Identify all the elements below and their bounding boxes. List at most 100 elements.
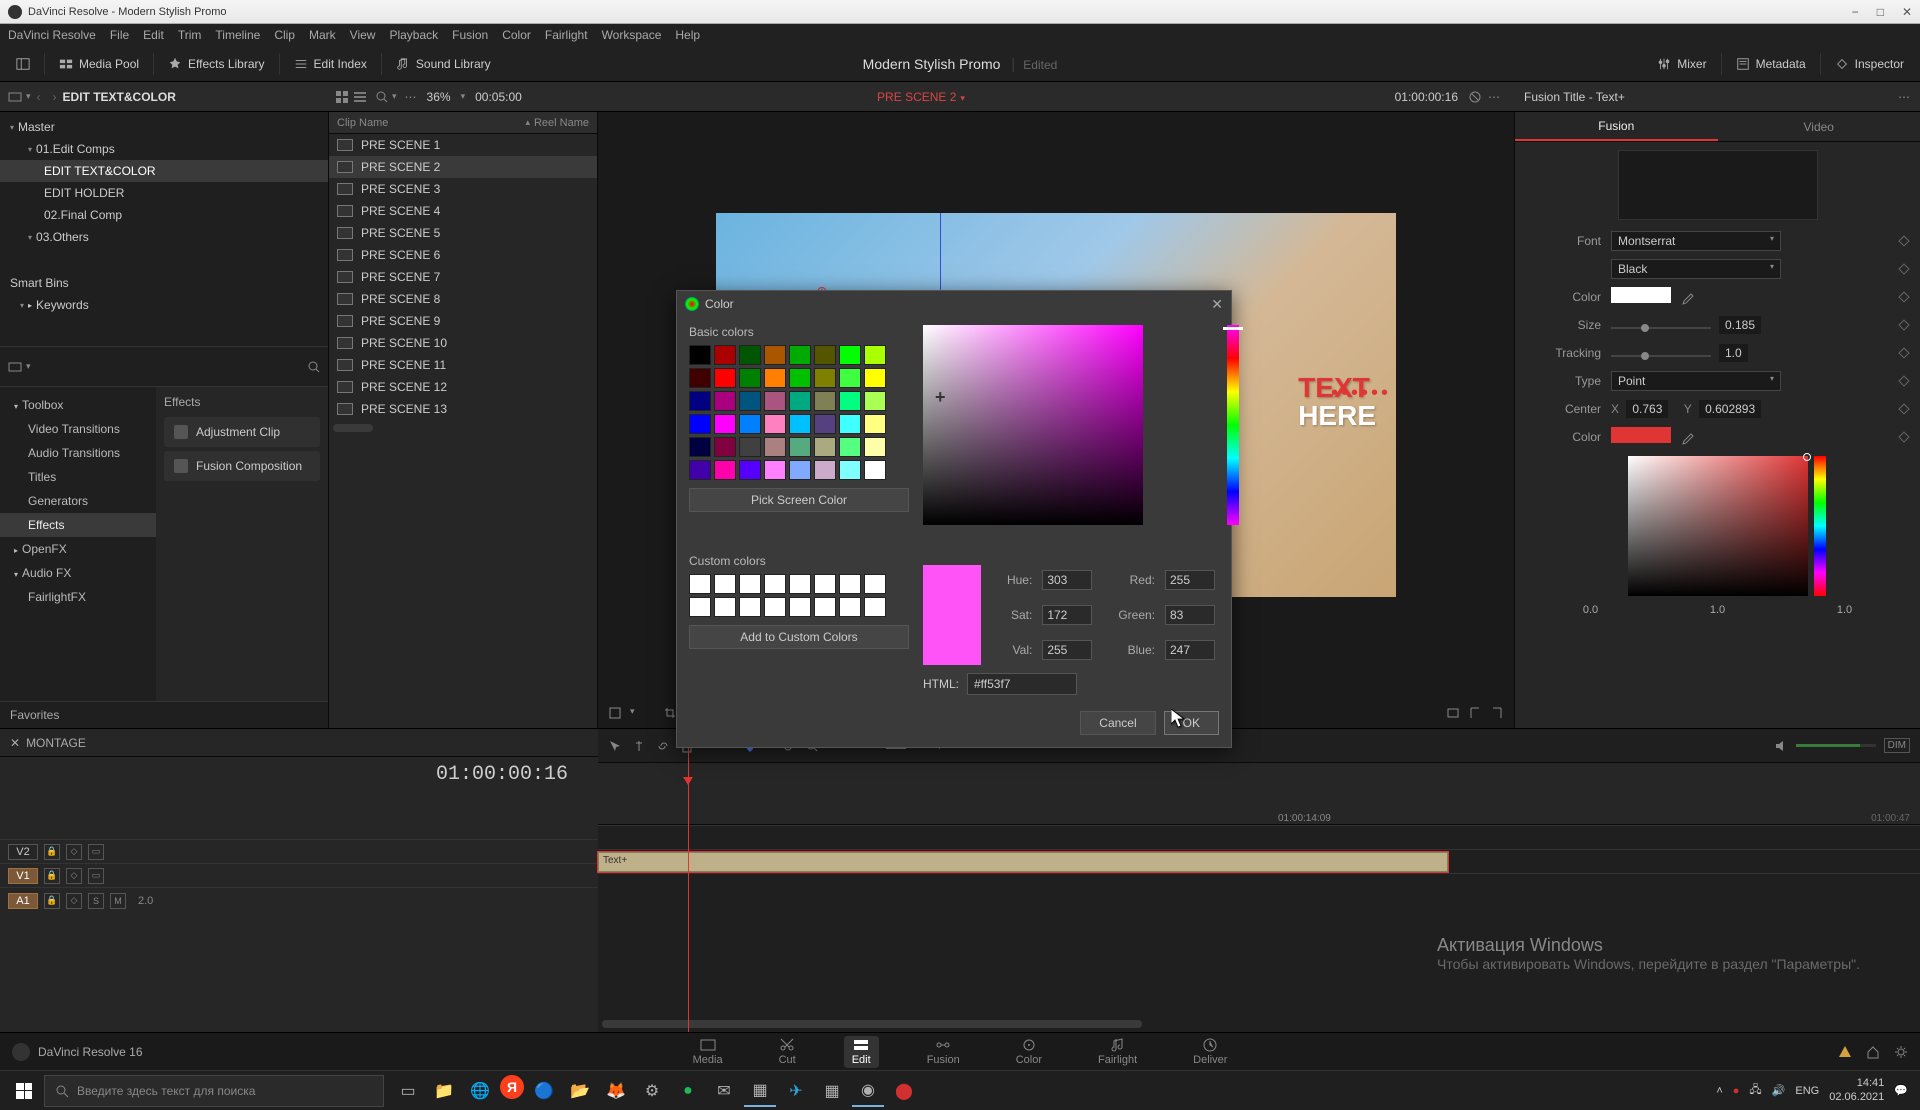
- nav-back[interactable]: ‹: [37, 90, 41, 104]
- eff-toolbox[interactable]: Toolbox: [0, 393, 156, 417]
- eff-generators[interactable]: Generators: [0, 489, 156, 513]
- bin-edit-holder[interactable]: EDIT HOLDER: [0, 182, 328, 204]
- clip-row[interactable]: PRE SCENE 2: [329, 156, 597, 178]
- center-x[interactable]: 0.763: [1626, 400, 1668, 418]
- menu-color[interactable]: Color: [502, 28, 531, 42]
- center-keyframe[interactable]: [1898, 403, 1909, 414]
- inspector-options-icon[interactable]: ⋯: [1898, 90, 1910, 104]
- basic-color-swatch[interactable]: [814, 460, 836, 480]
- menu-fairlight[interactable]: Fairlight: [545, 28, 588, 42]
- tl-selection-icon[interactable]: [608, 739, 622, 753]
- basic-color-swatch[interactable]: [814, 368, 836, 388]
- menu-file[interactable]: File: [110, 28, 129, 42]
- crop-icon[interactable]: [663, 706, 677, 720]
- transform-icon[interactable]: [608, 706, 622, 720]
- task-record[interactable]: ⬤: [888, 1075, 920, 1107]
- num-g[interactable]: 1.0: [1710, 604, 1725, 616]
- basic-color-swatch[interactable]: [839, 345, 861, 365]
- custom-color-slot[interactable]: [689, 574, 711, 594]
- favorites-label[interactable]: Favorites: [0, 701, 328, 728]
- task-explorer[interactable]: 📁: [428, 1075, 460, 1107]
- basic-color-swatch[interactable]: [764, 368, 786, 388]
- bin-edit-comps[interactable]: 01.Edit Comps: [0, 138, 328, 160]
- tl-link-icon[interactable]: [656, 739, 670, 753]
- custom-color-slot[interactable]: [789, 574, 811, 594]
- basic-color-swatch[interactable]: [864, 460, 886, 480]
- menu-view[interactable]: View: [350, 28, 376, 42]
- v2-enable[interactable]: ▭: [88, 844, 104, 860]
- basic-color-swatch[interactable]: [714, 460, 736, 480]
- blue-input[interactable]: [1165, 640, 1215, 660]
- playhead[interactable]: [688, 729, 689, 1032]
- basic-color-swatch[interactable]: [739, 414, 761, 434]
- basic-color-swatch[interactable]: [714, 391, 736, 411]
- menu-trim[interactable]: Trim: [178, 28, 202, 42]
- custom-color-slot[interactable]: [714, 574, 736, 594]
- basic-color-swatch[interactable]: [864, 391, 886, 411]
- basic-color-swatch[interactable]: [689, 437, 711, 457]
- ok-button[interactable]: OK: [1164, 711, 1219, 735]
- font-select[interactable]: Montserrat: [1611, 231, 1781, 251]
- mark-out-icon[interactable]: [1490, 706, 1504, 720]
- eff-search-icon[interactable]: [308, 361, 320, 373]
- basic-color-swatch[interactable]: [764, 414, 786, 434]
- dim-button[interactable]: DIM: [1884, 738, 1910, 753]
- color-keyframe[interactable]: [1898, 291, 1909, 302]
- weight-select[interactable]: Black: [1611, 259, 1781, 279]
- menu-timeline[interactable]: Timeline: [215, 28, 260, 42]
- task-spotify[interactable]: ●: [672, 1075, 704, 1107]
- type-keyframe[interactable]: [1898, 375, 1909, 386]
- color-swatch-1[interactable]: [1611, 287, 1671, 303]
- clip-row[interactable]: PRE SCENE 12: [329, 376, 597, 398]
- task-mail[interactable]: ✉: [708, 1075, 740, 1107]
- basic-color-swatch[interactable]: [839, 368, 861, 388]
- tl-blade-icon[interactable]: [632, 739, 646, 753]
- basic-color-swatch[interactable]: [864, 368, 886, 388]
- basic-color-swatch[interactable]: [764, 391, 786, 411]
- green-input[interactable]: [1165, 605, 1215, 625]
- task-resolve[interactable]: ◉: [852, 1075, 884, 1107]
- task-chrome[interactable]: 🔵: [528, 1075, 560, 1107]
- clip-row[interactable]: PRE SCENE 13: [329, 398, 597, 420]
- basic-color-swatch[interactable]: [864, 345, 886, 365]
- bin-edit-text-color[interactable]: EDIT TEXT&COLOR: [0, 160, 328, 182]
- clip-row[interactable]: PRE SCENE 11: [329, 354, 597, 376]
- v1-enable[interactable]: ▭: [88, 868, 104, 884]
- col-reelname[interactable]: Reel Name: [534, 117, 589, 129]
- custom-color-slot[interactable]: [739, 597, 761, 617]
- eff-openfx[interactable]: ▸OpenFX: [0, 537, 156, 561]
- color-gradient-picker[interactable]: +: [923, 325, 1143, 525]
- red-input[interactable]: [1165, 570, 1215, 590]
- scrollbar-horizontal[interactable]: [333, 424, 373, 432]
- custom-color-slot[interactable]: [739, 574, 761, 594]
- menu-mark[interactable]: Mark: [309, 28, 336, 42]
- eff-adjustment-clip[interactable]: Adjustment Clip: [164, 417, 320, 447]
- close-button[interactable]: ✕: [1902, 5, 1912, 19]
- eff-titles[interactable]: Titles: [0, 465, 156, 489]
- basic-color-swatch[interactable]: [789, 414, 811, 434]
- v1-auto[interactable]: ◇: [66, 868, 82, 884]
- basic-color-swatch[interactable]: [689, 391, 711, 411]
- num-b[interactable]: 1.0: [1837, 604, 1852, 616]
- v2-auto[interactable]: ◇: [66, 844, 82, 860]
- clip-row[interactable]: PRE SCENE 6: [329, 244, 597, 266]
- color2-keyframe[interactable]: [1898, 431, 1909, 442]
- basic-color-swatch[interactable]: [814, 391, 836, 411]
- basic-color-swatch[interactable]: [714, 437, 736, 457]
- col-clipname[interactable]: Clip Name: [337, 117, 521, 129]
- menu-davinci[interactable]: DaVinci Resolve: [8, 28, 96, 42]
- task-yandex[interactable]: Я: [500, 1075, 524, 1099]
- mark-in-icon[interactable]: [1468, 706, 1482, 720]
- basic-color-swatch[interactable]: [789, 391, 811, 411]
- basic-color-swatch[interactable]: [764, 460, 786, 480]
- basic-color-swatch[interactable]: [739, 368, 761, 388]
- warning-icon[interactable]: [1838, 1045, 1852, 1059]
- grid-view-icon[interactable]: [336, 91, 348, 103]
- edit-index-button[interactable]: Edit Index: [284, 53, 377, 75]
- basic-color-swatch[interactable]: [764, 345, 786, 365]
- eff-audiofx[interactable]: Audio FX: [0, 561, 156, 585]
- metadata-button[interactable]: Metadata: [1726, 53, 1816, 75]
- bypass-icon[interactable]: [1468, 90, 1482, 104]
- tracking-keyframe[interactable]: [1898, 347, 1909, 358]
- search-icon[interactable]: [376, 91, 388, 103]
